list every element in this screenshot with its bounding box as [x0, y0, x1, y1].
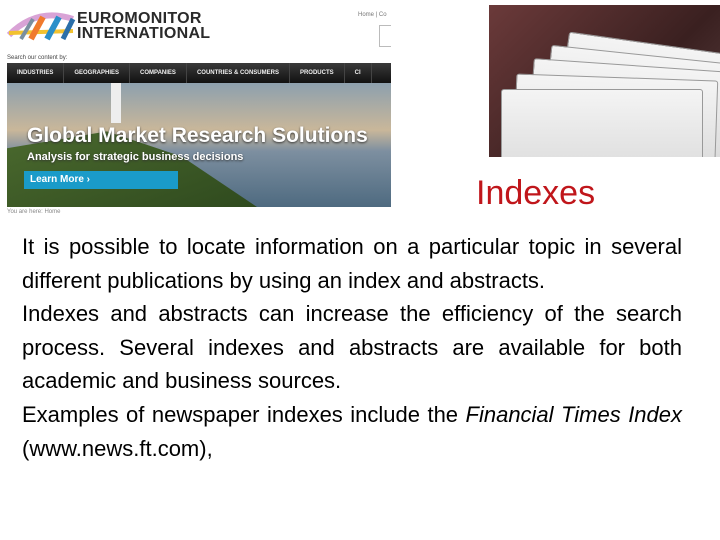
brand-line1: EUROMONITOR — [77, 10, 202, 27]
hero-subtitle: Analysis for strategic business decision… — [27, 151, 244, 163]
paragraph: Examples of newspaper indexes include th… — [22, 398, 682, 465]
top-links[interactable]: Home | Co — [358, 12, 387, 18]
nav-more[interactable]: CI — [345, 63, 372, 83]
nav-countries-consumers[interactable]: COUNTRIES & CONSUMERS — [187, 63, 290, 83]
search-by-label: Search our content by: — [7, 55, 68, 61]
italic-title: Financial Times Index — [465, 401, 683, 427]
learn-more-button[interactable]: Learn More › — [24, 171, 178, 189]
nav-bar: INDUSTRIES GEOGRAPHIES COMPANIES COUNTRI… — [7, 63, 391, 83]
slide-title: Indexes — [476, 174, 596, 212]
euromonitor-logo — [7, 12, 76, 41]
paragraph: It is possible to locate information on … — [22, 234, 682, 293]
breadcrumb: You are here: Home — [7, 209, 61, 215]
nav-geographies[interactable]: GEOGRAPHIES — [64, 63, 131, 83]
index-card — [501, 89, 703, 157]
nav-industries[interactable]: INDUSTRIES — [7, 63, 65, 83]
search-input[interactable] — [379, 25, 391, 47]
nav-companies[interactable]: COMPANIES — [130, 63, 187, 83]
paragraph: Indexes and abstracts can increase the e… — [22, 301, 682, 394]
slide-body: It is possible to locate information on … — [22, 230, 682, 465]
text: Examples of newspaper indexes include th… — [22, 401, 466, 427]
hero-banner: Global Market Research Solutions Analysi… — [7, 83, 391, 207]
euromonitor-website-screenshot: EUROMONITOR INTERNATIONAL Home | Co Sear… — [7, 5, 391, 217]
text: (www.news.ft.com), — [22, 435, 213, 461]
brand-line2: INTERNATIONAL — [77, 25, 211, 42]
nav-products[interactable]: PRODUCTS — [290, 63, 345, 83]
hero-title: Global Market Research Solutions — [27, 124, 368, 147]
lighthouse-image — [111, 83, 121, 123]
index-cards-photo — [489, 5, 720, 157]
brand-name: EUROMONITOR INTERNATIONAL — [77, 10, 211, 42]
